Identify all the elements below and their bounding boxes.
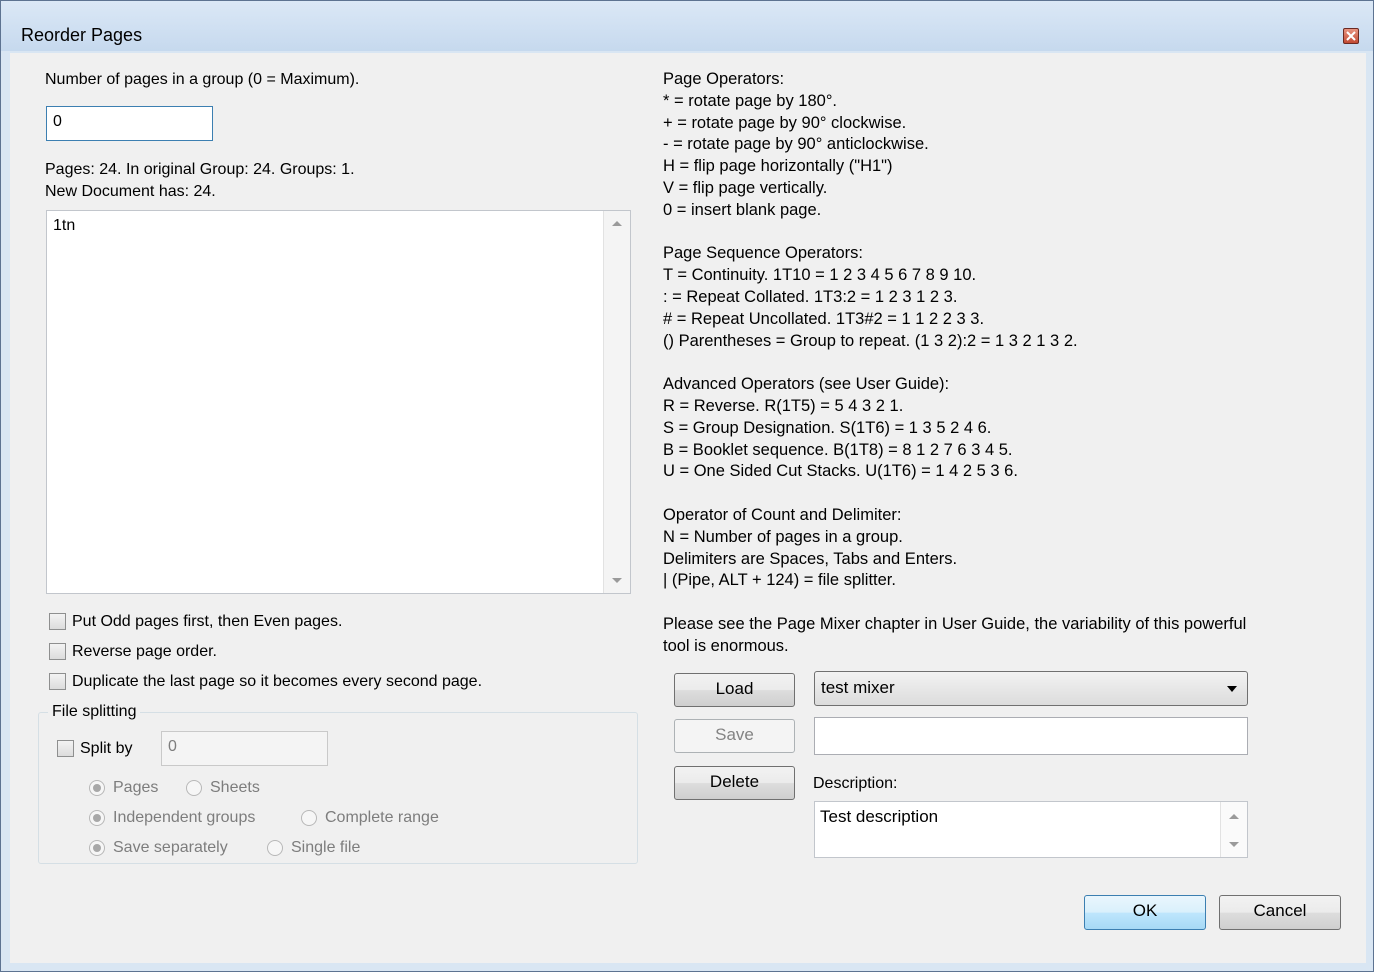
odd-first-checkbox[interactable] xyxy=(49,613,66,630)
delete-button[interactable]: Delete xyxy=(674,766,795,800)
sheets-radio[interactable] xyxy=(186,780,202,796)
mixer-select-value: test mixer xyxy=(821,678,895,697)
help-line: () Parentheses = Group to repeat. (1 3 2… xyxy=(663,331,1078,350)
help-line: | (Pipe, ALT + 124) = file splitter. xyxy=(663,571,896,590)
pages-radio-label: Pages xyxy=(113,779,159,796)
reverse-order-label: Reverse page order. xyxy=(72,643,217,660)
complete-range-label: Complete range xyxy=(325,809,439,826)
help-line: V = flip page vertically. xyxy=(663,179,828,197)
load-button[interactable]: Load xyxy=(674,673,795,707)
single-file-radio[interactable] xyxy=(267,840,283,856)
description-label: Description: xyxy=(813,775,898,792)
mixer-name-input[interactable] xyxy=(814,717,1248,755)
help-line: + = rotate page by 90° clockwise. xyxy=(663,113,907,132)
description-scrollbar[interactable] xyxy=(1220,802,1247,857)
cancel-button[interactable]: Cancel xyxy=(1219,895,1341,930)
description-textarea[interactable]: Test description xyxy=(814,801,1248,858)
split-by-input[interactable]: 0 xyxy=(161,731,328,766)
group-count-value: 0 xyxy=(53,113,62,130)
save-button[interactable]: Save xyxy=(674,719,795,753)
sequence-text: 1tn xyxy=(53,217,76,234)
dialog-window: Reorder Pages Number of pages in a group… xyxy=(0,0,1374,972)
title-bar[interactable]: Reorder Pages xyxy=(1,1,1373,51)
help-line: S = Group Designation. S(1T6) = 1 3 5 2 … xyxy=(663,418,992,437)
help-line: T = Continuity. 1T10 = 1 2 3 4 5 6 7 8 9… xyxy=(663,266,977,285)
help-line: : = Repeat Collated. 1T3:2 = 1 2 3 1 2 3… xyxy=(663,288,958,306)
scroll-down-icon[interactable] xyxy=(1229,842,1239,847)
close-button[interactable] xyxy=(1343,28,1359,44)
help-line: R = Reverse. R(1T5) = 5 4 3 2 1. xyxy=(663,397,904,415)
help-line: Page Operators: xyxy=(663,70,785,88)
help-line: Delimiters are Spaces, Tabs and Enters. xyxy=(663,549,958,568)
help-line: Advanced Operators (see User Guide): xyxy=(663,375,950,394)
pages-info: Pages: 24. In original Group: 24. Groups… xyxy=(45,161,355,178)
help-line: * = rotate page by 180°. xyxy=(663,91,838,110)
mixer-select[interactable]: test mixer xyxy=(814,671,1248,706)
description-text: Test description xyxy=(820,807,939,826)
complete-range-radio[interactable] xyxy=(301,810,317,826)
group-count-label: Number of pages in a group (0 = Maximum)… xyxy=(45,71,360,88)
help-line: H = flip page horizontally ("H1") xyxy=(663,157,893,176)
scroll-down-icon[interactable] xyxy=(612,578,622,583)
split-by-checkbox[interactable] xyxy=(57,740,74,757)
file-splitting-title: File splitting xyxy=(48,701,141,723)
save-separately-radio[interactable] xyxy=(89,840,105,856)
group-count-input[interactable]: 0 xyxy=(46,106,213,141)
ok-button[interactable]: OK xyxy=(1084,895,1206,930)
new-document-info: New Document has: 24. xyxy=(45,183,216,200)
help-line: # = Repeat Uncollated. 1T3#2 = 1 1 2 2 3… xyxy=(663,309,985,328)
reverse-order-checkbox[interactable] xyxy=(49,643,66,660)
close-icon xyxy=(1346,31,1356,41)
independent-groups-radio[interactable] xyxy=(89,810,105,826)
dialog-title: Reorder Pages xyxy=(21,25,143,45)
sequence-textarea[interactable]: 1tn xyxy=(46,210,631,594)
independent-groups-label: Independent groups xyxy=(113,809,256,826)
chevron-down-icon xyxy=(1227,686,1237,692)
help-line: Please see the Page Mixer chapter in Use… xyxy=(663,615,1247,633)
odd-first-label: Put Odd pages first, then Even pages. xyxy=(72,613,343,630)
duplicate-last-checkbox[interactable] xyxy=(49,673,66,690)
split-by-label: Split by xyxy=(80,740,133,757)
help-line: B = Booklet sequence. B(1T8) = 8 1 2 7 6… xyxy=(663,440,1013,459)
help-line: U = One Sided Cut Stacks. U(1T6) = 1 4 2… xyxy=(663,462,1018,481)
help-line: 0 = insert blank page. xyxy=(663,200,822,219)
help-line: tool is enormous. xyxy=(663,636,789,655)
scroll-up-icon[interactable] xyxy=(1229,814,1239,819)
help-line: Operator of Count and Delimiter: xyxy=(663,506,902,524)
help-line: Page Sequence Operators: xyxy=(663,244,863,263)
scroll-up-icon[interactable] xyxy=(612,221,622,226)
pages-radio[interactable] xyxy=(89,780,105,796)
help-line: - = rotate page by 90° anticlockwise. xyxy=(663,135,929,154)
duplicate-last-label: Duplicate the last page so it becomes ev… xyxy=(72,673,483,690)
dialog-client-area: Number of pages in a group (0 = Maximum)… xyxy=(10,53,1366,963)
save-separately-label: Save separately xyxy=(113,839,228,856)
sheets-radio-label: Sheets xyxy=(210,779,260,796)
sequence-scrollbar[interactable] xyxy=(603,211,630,593)
single-file-label: Single file xyxy=(291,839,361,856)
help-line: N = Number of pages in a group. xyxy=(663,527,903,546)
split-by-value: 0 xyxy=(168,738,177,755)
